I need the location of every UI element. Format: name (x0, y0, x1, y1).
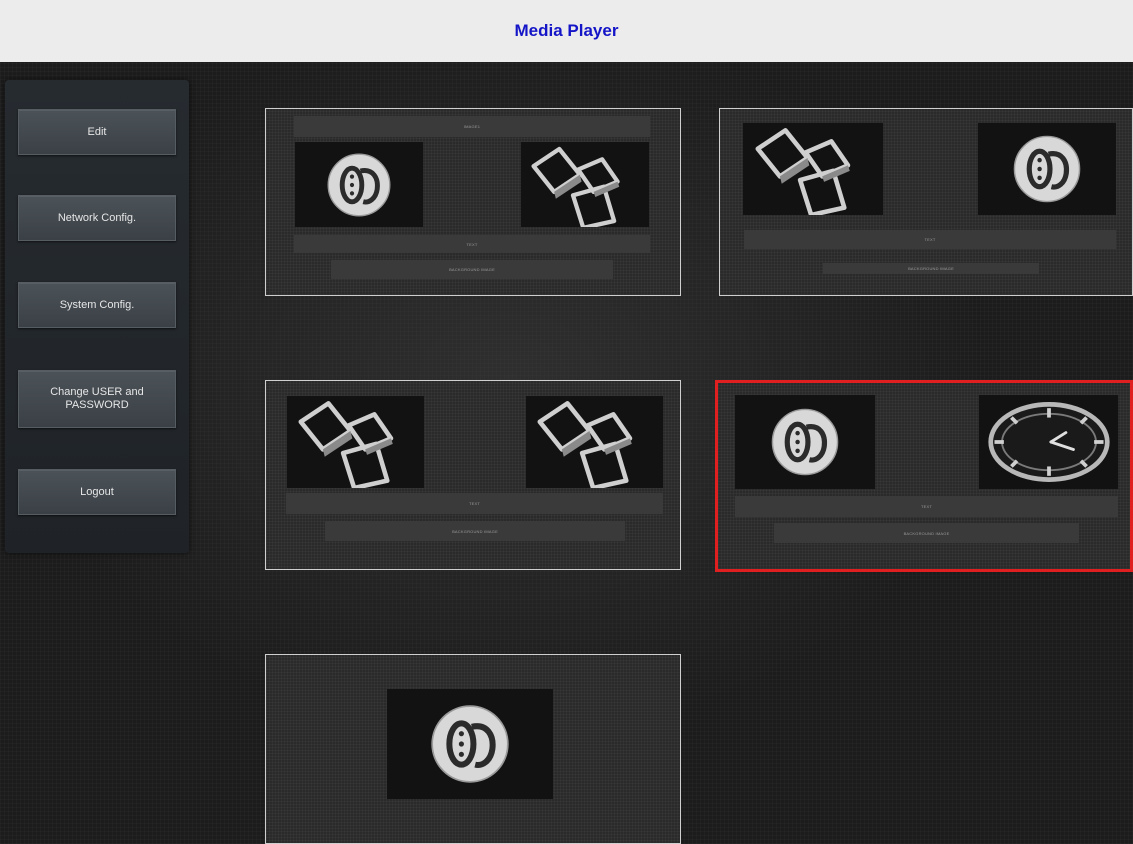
photos-icon (748, 123, 878, 215)
photos-icon (525, 142, 645, 227)
photos-icon (530, 396, 660, 488)
image-label-bar: IMAGE1 (294, 116, 650, 137)
page-title: Media Player (514, 21, 619, 40)
layout-card-5[interactable] (265, 654, 681, 844)
text-bar: TEXT (294, 235, 650, 253)
header: Media Player (0, 0, 1133, 62)
sidebar: Edit Network Config. System Config. Chan… (5, 80, 189, 553)
video-icon (768, 405, 842, 479)
clock-thumbnail (979, 395, 1118, 489)
video-icon (427, 701, 513, 787)
photos-thumbnail (287, 396, 424, 488)
layout-card-2[interactable]: TEXT BACKGROUND IMAGE (719, 108, 1133, 296)
clock-icon (981, 395, 1117, 489)
layout-card-4-selected[interactable]: TEXT BACKGROUND IMAGE (715, 380, 1133, 572)
logout-button[interactable]: Logout (18, 469, 176, 515)
photos-thumbnail (526, 396, 663, 488)
system-config-button[interactable]: System Config. (18, 282, 176, 328)
edit-button[interactable]: Edit (18, 109, 176, 155)
background-image-bar: BACKGROUND IMAGE (774, 523, 1079, 543)
video-thumbnail (735, 395, 875, 489)
video-icon (324, 150, 394, 220)
background-image-bar: BACKGROUND IMAGE (331, 260, 613, 279)
layout-card-1[interactable]: IMAGE1 TEXT BACKGROUND IMAGE (265, 108, 681, 296)
photos-thumbnail (521, 142, 649, 227)
background-image-bar: BACKGROUND IMAGE (325, 521, 625, 541)
change-user-password-button[interactable]: Change USER and PASSWORD (18, 370, 176, 428)
video-thumbnail (978, 123, 1116, 215)
video-thumbnail (295, 142, 423, 227)
network-config-button[interactable]: Network Config. (18, 195, 176, 241)
layout-card-3[interactable]: TEXT BACKGROUND IMAGE (265, 380, 681, 570)
photos-icon (291, 396, 421, 488)
text-bar: TEXT (744, 230, 1116, 249)
video-icon (1010, 132, 1084, 206)
photos-thumbnail (743, 123, 883, 215)
background-image-bar: BACKGROUND IMAGE (823, 263, 1039, 274)
text-bar: TEXT (286, 493, 663, 514)
video-thumbnail (387, 689, 553, 799)
text-bar: TEXT (735, 496, 1118, 517)
